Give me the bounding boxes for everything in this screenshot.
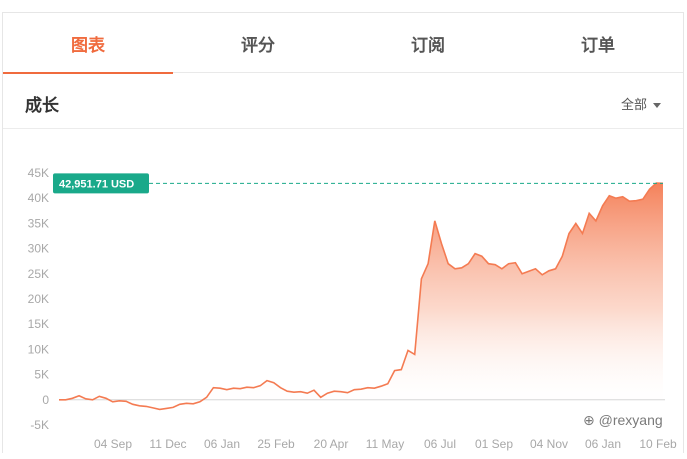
y-tick-label: 10K bbox=[28, 342, 49, 356]
strategy-card: 图表 评分 订阅 订单 成长 全部 -5K 0 5K 10K 15K 20K 2… bbox=[2, 12, 684, 453]
y-tick-label: 5K bbox=[34, 368, 49, 382]
tab-rating[interactable]: 评分 bbox=[173, 13, 343, 73]
tab-label: 订阅 bbox=[411, 35, 445, 55]
growth-chart-svg: -5K 0 5K 10K 15K 20K 25K 30K 35K 40K 45K 04 Sep 11 … bbox=[28, 166, 677, 451]
watermark: ⊕ @rexyang bbox=[583, 412, 663, 428]
tab-label: 订单 bbox=[581, 35, 615, 55]
y-tick-label: 20K bbox=[28, 292, 49, 306]
tab-orders[interactable]: 订单 bbox=[513, 13, 683, 73]
y-tick-label: 15K bbox=[28, 317, 49, 331]
current-value-badge: 42,951.71 USD bbox=[53, 173, 149, 194]
x-tick-label: 06 Jul bbox=[424, 437, 456, 451]
x-tick-label: 04 Sep bbox=[94, 437, 132, 451]
growth-chart: -5K 0 5K 10K 15K 20K 25K 30K 35K 40K 45K 04 Sep 11 … bbox=[3, 129, 685, 454]
x-tick-label: 06 Jan bbox=[585, 437, 621, 451]
y-tick-label: 35K bbox=[28, 216, 49, 230]
y-tick-label: 0 bbox=[42, 393, 49, 407]
x-tick-label: 11 Dec bbox=[149, 437, 186, 451]
x-tick-label: 20 Apr bbox=[314, 437, 349, 451]
tab-subscribe[interactable]: 订阅 bbox=[343, 13, 513, 73]
y-tick-label: 45K bbox=[28, 166, 49, 180]
y-tick-label: 30K bbox=[28, 242, 49, 256]
x-tick-label: 10 Feb bbox=[639, 437, 677, 451]
y-tick-label: 40K bbox=[28, 191, 49, 205]
range-dropdown[interactable]: 全部 bbox=[621, 94, 661, 113]
growth-area bbox=[59, 183, 663, 410]
y-axis: -5K 0 5K 10K 15K 20K 25K 30K 35K 40K 45K bbox=[28, 166, 50, 432]
current-value-label: 42,951.71 USD bbox=[59, 178, 134, 190]
x-tick-label: 04 Nov bbox=[530, 437, 568, 451]
tab-label: 评分 bbox=[241, 35, 275, 55]
x-tick-label: 06 Jan bbox=[204, 437, 240, 451]
range-dropdown-label: 全部 bbox=[620, 97, 647, 112]
section-header: 成长 全部 bbox=[3, 73, 683, 129]
y-tick-label: 25K bbox=[28, 267, 49, 281]
top-cropped-text bbox=[0, 0, 687, 10]
tab-chart[interactable]: 图表 bbox=[3, 13, 173, 74]
x-tick-label: 01 Sep bbox=[475, 437, 513, 451]
section-title: 成长 bbox=[25, 96, 59, 115]
x-axis: 04 Sep 11 Dec 06 Jan 25 Feb 20 Apr 11 May 06 J… bbox=[94, 437, 677, 451]
y-tick-label: -5K bbox=[30, 418, 49, 432]
tab-label: 图表 bbox=[71, 35, 105, 55]
tab-bar: 图表 评分 订阅 订单 bbox=[3, 13, 683, 74]
x-tick-label: 25 Feb bbox=[257, 437, 295, 451]
caret-down-icon bbox=[653, 103, 661, 109]
x-tick-label: 11 May bbox=[366, 437, 404, 451]
